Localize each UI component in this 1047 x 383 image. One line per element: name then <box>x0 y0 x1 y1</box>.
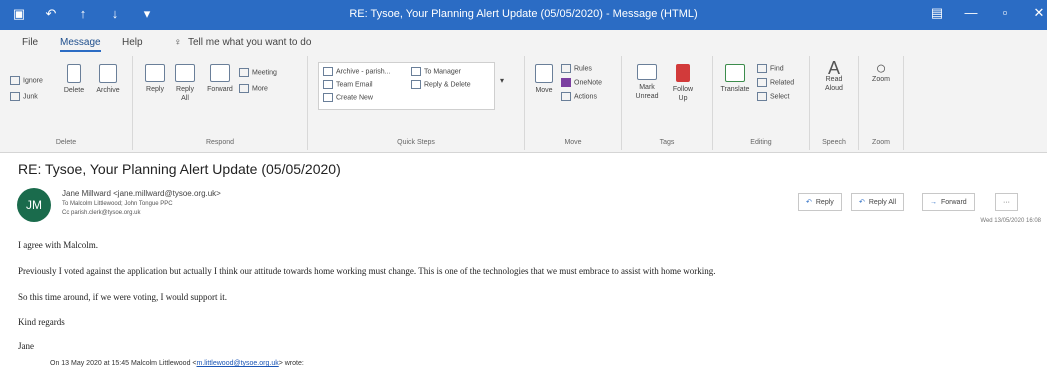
title-bar: ▣ ↶ ↑ ↓ ▾ RE: Tysoe, Your Planning Alert… <box>0 0 1047 30</box>
find-icon <box>757 64 767 73</box>
message-date: Wed 13/05/2020 16:08 <box>980 218 1041 224</box>
forward-icon <box>210 64 230 82</box>
reply-all-icon: ↶ <box>859 199 865 206</box>
editing-group: Translate Find Related Select Editing <box>713 56 810 150</box>
envelope-icon <box>637 64 657 80</box>
ribbon-display-icon[interactable]: ▤ <box>920 5 954 21</box>
maximize-icon[interactable]: ▫ <box>988 5 1022 21</box>
reply-all-button[interactable]: Reply All <box>173 64 197 103</box>
meeting-icon <box>239 68 249 77</box>
more-icon <box>239 84 249 93</box>
onenote-icon <box>561 78 571 87</box>
body-paragraph: Kind regards <box>18 317 65 327</box>
find-button[interactable]: Find <box>757 64 784 73</box>
tell-me-search[interactable]: Tell me what you want to do <box>188 37 311 48</box>
lightbulb-icon: ♀ <box>174 37 182 48</box>
mark-unread-button[interactable]: Mark Unread <box>632 64 662 101</box>
tags-group: Mark Unread Follow Up Tags <box>622 56 713 150</box>
close-icon[interactable]: ✕ <box>1022 5 1047 21</box>
ignore-button[interactable]: Ignore <box>10 76 43 85</box>
cc-recipients[interactable]: Cc parish.clerk@tysoe.org.uk <box>62 210 140 216</box>
to-recipients[interactable]: To Malcolm Littlewood; John Tongue PPC <box>62 201 173 207</box>
rules-icon <box>561 64 571 73</box>
forward-action-button[interactable]: → Forward <box>922 193 975 211</box>
junk-button[interactable]: Junk <box>10 92 38 101</box>
tab-help[interactable]: Help <box>122 37 143 48</box>
quick-step-create-new[interactable]: Create New <box>323 93 373 102</box>
quick-step-reply-delete[interactable]: Reply & Delete <box>411 80 471 89</box>
archive-button[interactable]: Archive <box>94 64 122 95</box>
body-signature: Jane <box>18 341 34 351</box>
flag-icon <box>676 64 690 82</box>
translate-button[interactable]: Translate <box>719 64 751 94</box>
related-button[interactable]: Related <box>757 78 794 87</box>
ignore-icon <box>10 76 20 85</box>
forward-button[interactable]: Forward <box>203 64 237 94</box>
quick-step-to-manager[interactable]: To Manager <box>411 67 461 76</box>
more-respond-button[interactable]: More <box>239 84 268 93</box>
body-paragraph: I agree with Malcolm. <box>18 240 98 250</box>
ribbon: Ignore Junk Delete Archive Delete Reply … <box>0 54 1047 153</box>
body-paragraph: So this time around, if we were voting, … <box>18 292 227 302</box>
reply-action-button[interactable]: ↶ Reply <box>798 193 842 211</box>
quoted-header: On 13 May 2020 at 15:45 Malcolm Littlewo… <box>50 360 304 367</box>
actions-button[interactable]: Actions <box>561 92 597 101</box>
move-group: Move Rules OneNote Actions Move <box>525 56 622 150</box>
body-paragraph: Previously I voted against the applicati… <box>18 266 716 276</box>
select-icon <box>757 92 767 101</box>
move-button[interactable]: Move <box>533 64 555 95</box>
window-controls: ▤ — ▫ ✕ <box>920 5 1047 21</box>
window-title: RE: Tysoe, Your Planning Alert Update (0… <box>349 8 698 20</box>
onenote-button[interactable]: OneNote <box>561 78 602 87</box>
reply-icon: ↶ <box>806 199 812 206</box>
quick-step-archive[interactable]: Archive - parish... <box>323 67 390 76</box>
ribbon-tabs: File Message Help ♀ Tell me what you wan… <box>0 30 1047 54</box>
meeting-button[interactable]: Meeting <box>239 68 277 77</box>
select-button[interactable]: Select <box>757 92 789 101</box>
quick-steps-group: Archive - parish... Team Email Create Ne… <box>308 56 525 150</box>
forward-icon: → <box>930 199 937 206</box>
move-icon <box>535 64 553 83</box>
translate-icon <box>725 64 745 82</box>
reply-all-action-button[interactable]: ↶ Reply All <box>851 193 905 211</box>
magnifier-icon: ○ <box>875 58 887 78</box>
quick-steps-gallery: Archive - parish... Team Email Create Ne… <box>318 62 495 110</box>
zoom-group: ○ Zoom Zoom <box>859 56 904 150</box>
archive-icon <box>99 64 117 83</box>
message-subject: RE: Tysoe, Your Planning Alert Update (0… <box>18 161 341 177</box>
junk-icon <box>10 92 20 101</box>
reply-all-icon <box>175 64 195 82</box>
zoom-button[interactable]: ○ Zoom <box>865 58 897 84</box>
read-aloud-button[interactable]: A Read Aloud <box>818 58 850 93</box>
rules-button[interactable]: Rules <box>561 64 592 73</box>
sender[interactable]: Jane Millward <jane.millward@tysoe.org.u… <box>62 189 221 198</box>
reply-icon <box>145 64 165 82</box>
read-aloud-icon: A <box>827 58 840 78</box>
speech-group: A Read Aloud Speech <box>810 56 859 150</box>
delete-group: Ignore Junk Delete Archive Delete <box>0 56 133 150</box>
quick-steps-scroll-icon[interactable]: ▾ <box>500 76 504 85</box>
more-actions-button[interactable]: ··· <box>995 193 1018 211</box>
reply-button[interactable]: Reply <box>143 64 167 94</box>
delete-button[interactable]: Delete <box>62 64 86 95</box>
quoted-email-link[interactable]: m.littlewood@tysoe.org.uk <box>197 360 279 367</box>
tab-message[interactable]: Message <box>60 37 101 52</box>
trash-icon <box>67 64 81 83</box>
tab-file[interactable]: File <box>22 37 38 48</box>
follow-up-button[interactable]: Follow Up <box>668 64 698 103</box>
quick-step-team-email[interactable]: Team Email <box>323 80 373 89</box>
minimize-icon[interactable]: — <box>954 5 988 21</box>
actions-icon <box>561 92 571 101</box>
avatar: JM <box>17 188 51 222</box>
respond-group: Reply Reply All Forward Meeting More Res… <box>133 56 308 150</box>
related-icon <box>757 78 767 87</box>
